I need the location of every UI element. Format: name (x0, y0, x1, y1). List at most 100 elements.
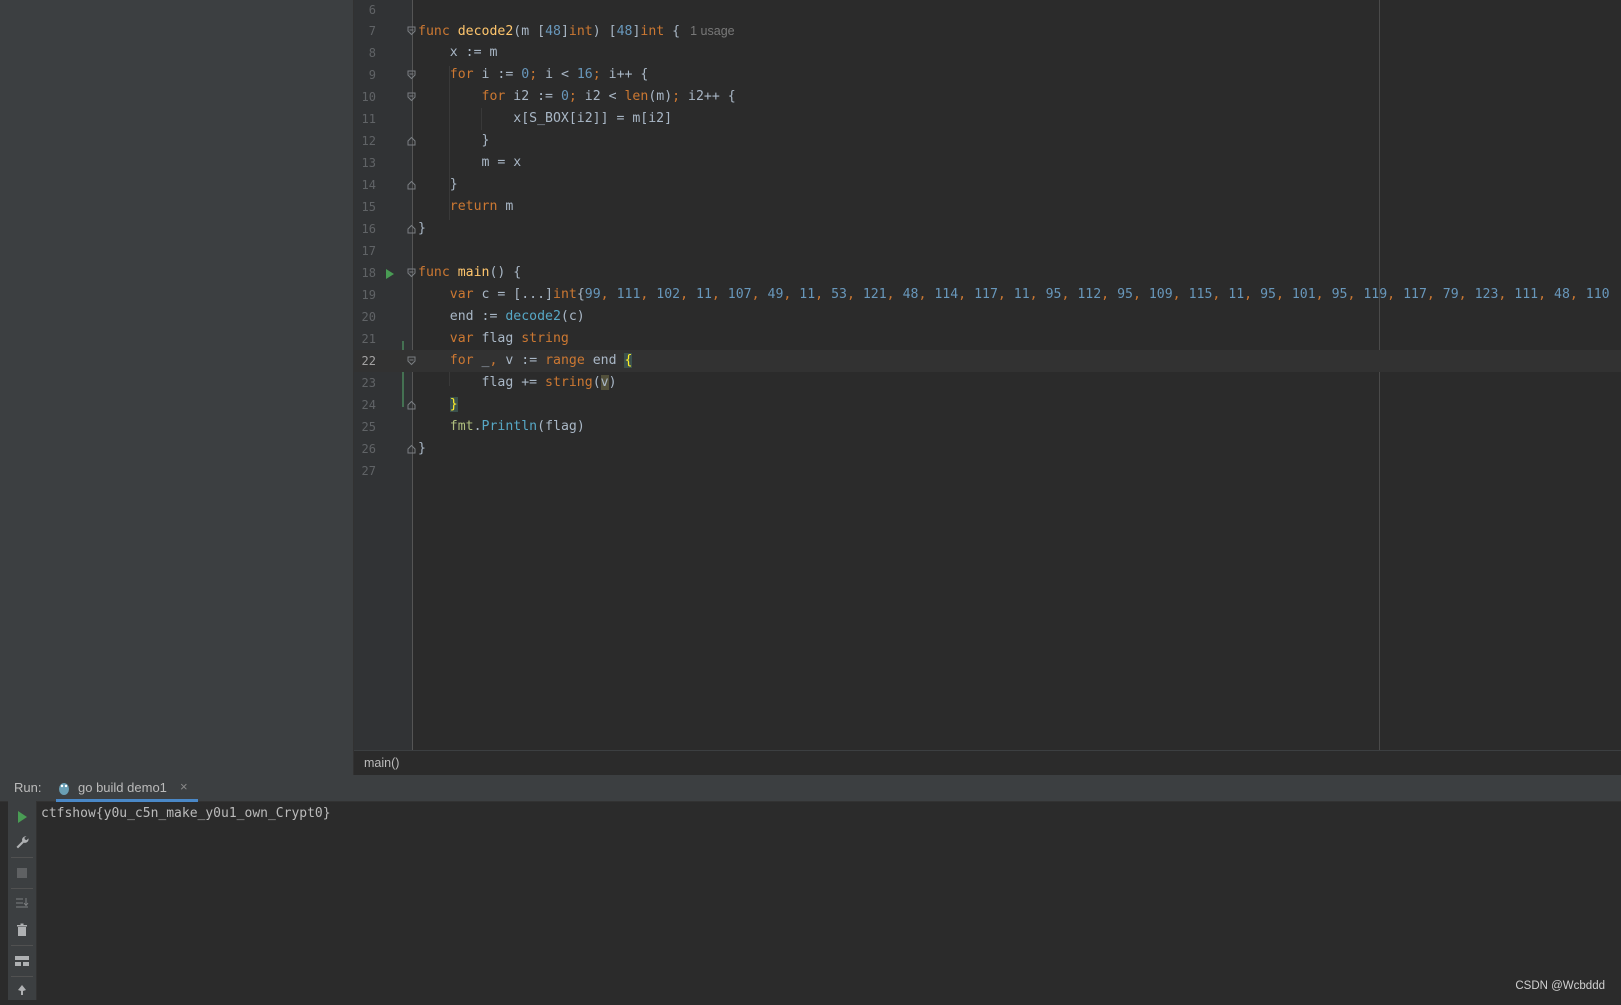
line-number: 27 (361, 464, 376, 478)
console-output[interactable]: ctfshow{y0u_c5n_make_y0u1_own_Crypt0} (41, 806, 331, 821)
line-number: 9 (368, 68, 376, 82)
array-value: 48 (1554, 287, 1570, 302)
code-line: 19 var c = [...]int{99, 111, 102, 11, 10… (354, 284, 1621, 306)
code-line: 12 } (354, 130, 1621, 152)
code-line: 17 (354, 240, 1621, 262)
array-value: 117 (974, 287, 998, 302)
code-text: for i := 0; i < 16; i++ { (449, 67, 649, 82)
fold-icon[interactable] (407, 180, 416, 190)
code-line: 27 (354, 460, 1621, 482)
toolbar-divider (11, 857, 33, 858)
line-number: 16 (361, 222, 376, 236)
run-tab[interactable]: go build demo1 × (58, 775, 188, 801)
fold-icon[interactable] (407, 268, 416, 278)
fold-icon[interactable] (407, 92, 416, 102)
array-value: 95 (1260, 287, 1276, 302)
fold-icon[interactable] (407, 444, 416, 454)
line-number: 8 (368, 46, 376, 60)
code-line-current: 22 for _, v := range end { (354, 350, 1621, 372)
run-panel: Run: go build demo1 × ctfshow{y0u_c5n_ma… (0, 775, 1621, 1000)
fold-icon[interactable] (407, 26, 416, 36)
line-number: 11 (361, 112, 376, 126)
breadcrumb: main() (354, 750, 1621, 776)
breadcrumb-item[interactable]: main() (364, 756, 399, 770)
pin-icon[interactable] (14, 984, 30, 1000)
trash-icon[interactable] (14, 922, 30, 938)
code-text: for _, v := range end { (449, 353, 633, 368)
scroll-to-end-icon[interactable] (14, 896, 30, 912)
active-tab-indicator (56, 799, 198, 802)
array-value: 79 (1442, 287, 1459, 302)
code-line: 18 func main() { (354, 262, 1621, 284)
code-line: 15 return m (354, 196, 1621, 218)
fold-icon[interactable] (407, 356, 416, 366)
stop-icon[interactable] (14, 865, 30, 881)
array-value: 107 (727, 287, 752, 302)
fold-icon[interactable] (407, 224, 416, 234)
code-line: 23 flag += string(v) (354, 372, 1621, 394)
line-number: 18 (361, 266, 376, 280)
fold-icon[interactable] (407, 136, 416, 146)
code-text: func decode2(m [48]int) [48]int {1 usage (418, 24, 735, 39)
line-number: 17 (361, 244, 376, 258)
run-label: Run: (14, 780, 42, 795)
code-line: 8 x := m (354, 42, 1621, 64)
code-text: } (418, 441, 426, 456)
line-number: 15 (361, 200, 376, 214)
array-value: 101 (1291, 287, 1316, 302)
line-number: 23 (361, 376, 376, 390)
array-value: 111 (1514, 287, 1539, 302)
code-line: 10 for i2 := 0; i2 < len(m); i2++ { (354, 86, 1621, 108)
code-text: func main() { (418, 265, 522, 280)
array-value: 109 (1148, 287, 1173, 302)
code-line: 21 var flag string (354, 328, 1621, 350)
array-value: 95 (1117, 287, 1133, 302)
array-value: 95 (1331, 287, 1348, 302)
usage-hint[interactable]: 1 usage (690, 24, 734, 38)
code-line: 16 } (354, 218, 1621, 240)
line-number: 26 (361, 442, 376, 456)
fold-icon[interactable] (407, 70, 416, 80)
code-line: 6 (354, 0, 1621, 21)
line-number: 13 (361, 156, 376, 170)
code-text: } (449, 397, 458, 412)
rerun-icon[interactable] (14, 809, 30, 825)
code-text: var c = [...]int{99, 111, 102, 11, 107, … (449, 287, 1610, 302)
line-number: 25 (361, 420, 376, 434)
array-value: 111 (616, 287, 641, 302)
code-text: } (418, 221, 426, 236)
code-text: x := m (418, 45, 498, 60)
line-number: 19 (361, 288, 376, 302)
array-value: 121 (862, 287, 887, 302)
code-editor[interactable]: 6 7 func decode2(m [48]int) [48]int {1 u… (354, 0, 1621, 750)
code-text: flag += string(v) (418, 375, 617, 390)
code-text: x[S_BOX[i2]] = m[i2] (418, 111, 673, 126)
array-value: 49 (767, 287, 784, 302)
project-panel[interactable] (8, 0, 354, 775)
line-number: 22 (361, 354, 376, 368)
watermark: CSDN @Wcbddd (1515, 980, 1605, 992)
code-line: 20 end := decode2(c) (354, 306, 1621, 328)
array-value: 48 (902, 287, 919, 302)
code-line: 11 x[S_BOX[i2]] = m[i2] (354, 108, 1621, 130)
fold-icon[interactable] (407, 400, 416, 410)
run-panel-header: Run: go build demo1 × (0, 775, 1621, 802)
run-gutter-icon[interactable] (385, 267, 395, 285)
layout-icon[interactable] (14, 953, 30, 969)
code-line: 9 for i := 0; i < 16; i++ { (354, 64, 1621, 86)
code-text: return m (449, 199, 514, 214)
wrench-icon[interactable] (14, 834, 30, 850)
array-value: 11 (799, 287, 816, 302)
array-value: 119 (1363, 287, 1388, 302)
array-value: 117 (1403, 287, 1427, 302)
code-text: for i2 := 0; i2 < len(m); i2++ { (481, 89, 736, 104)
array-value: 112 (1077, 287, 1102, 302)
array-value: 11 (696, 287, 712, 302)
array-value: 115 (1188, 287, 1213, 302)
close-icon[interactable]: × (180, 779, 188, 794)
code-line: 7 func decode2(m [48]int) [48]int {1 usa… (354, 20, 1621, 42)
code-line: 13 m = x (354, 152, 1621, 174)
line-number: 12 (361, 134, 376, 148)
array-value: 99 (584, 287, 601, 302)
line-number: 21 (361, 332, 376, 346)
